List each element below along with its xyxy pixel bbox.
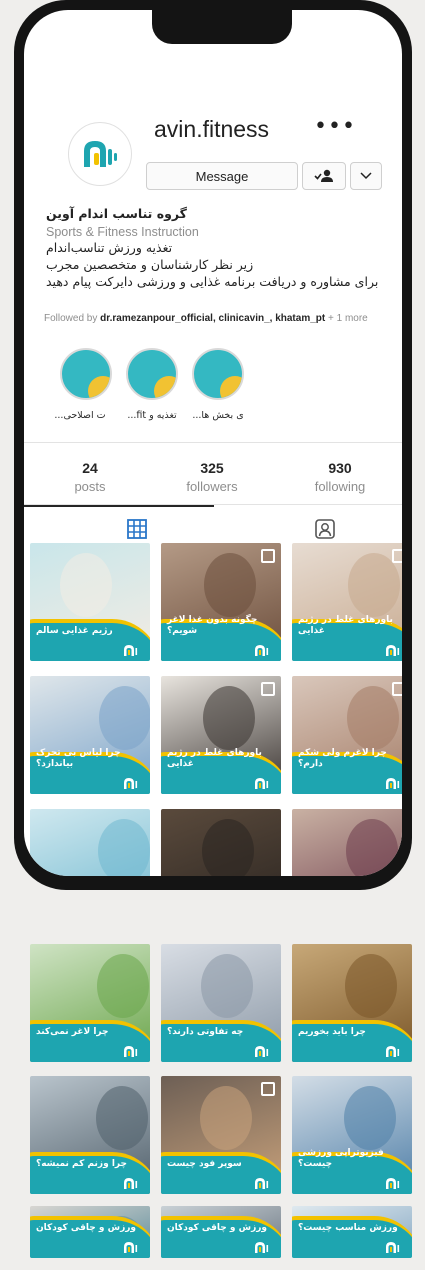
avin-logo-icon [84,141,117,167]
bio-line: زیر نظر کارشناسان و متخصصین مجرب [46,257,254,272]
post-tile[interactable]: چگونه بدون غذا لاغر شویم؟ [161,543,281,661]
post-caption: ورزش مناسب چیست؟ [298,1223,398,1233]
post-caption: چرا لاغر نمی‌کند [36,1027,109,1037]
post-subject [96,1086,148,1150]
post-subject [60,553,112,617]
phone-frame: avin.fitness ••• Message گروه تناسب اندا… [14,0,412,890]
avin-logo-icon [255,778,269,789]
post-caption: فیزیوتراپی ورزشی چیست؟ [298,1148,384,1169]
tagged-icon[interactable] [314,518,336,540]
post-tile[interactable]: چرا باید بخوریم [292,944,412,1062]
post-tile[interactable] [292,809,402,876]
active-tab-indicator [24,505,214,507]
avin-logo-icon [386,1242,400,1253]
post-caption: چرا باید بخوریم [298,1027,366,1037]
followed-by-names[interactable]: dr.ramezanpour_official, clinicavin_, kh… [100,313,325,324]
profile-category: Sports & Fitness Instruction [46,225,199,239]
post-caption: چرا لیاس بی تحرک بیاندازد؟ [36,748,121,769]
post-tile[interactable]: سوپر فود چیست [161,1076,281,1194]
follow-status-button[interactable] [302,162,346,190]
bio-line: تغذیه ورزش تناسب‌اندام [46,240,173,255]
multiple-posts-icon [392,682,402,696]
post-caption: ورزش و چاقی کودکان [167,1223,268,1233]
post-subject [200,1086,252,1150]
followers-count[interactable]: 325 followers [162,460,262,494]
username: avin.fitness [154,116,270,142]
post-tile[interactable] [161,809,281,876]
story-highlight[interactable] [60,348,112,400]
followed-by[interactable]: Followed by dr.ramezanpour_official, cli… [44,313,368,324]
avin-logo-icon [386,1178,400,1189]
avin-logo-icon [124,1046,138,1057]
post-tile[interactable]: چرا لیاس بی تحرک بیاندازد؟ [30,676,150,794]
post-caption: چرا وزنم کم نمیشه؟ [36,1159,127,1169]
divider [24,442,402,443]
post-tile[interactable]: چه تفاوتی دارند؟ [161,944,281,1062]
post-caption: رژیم غذایی سالم [36,626,113,636]
person-check-icon [314,169,333,182]
post-tile[interactable]: چرا وزنم کم نمیشه؟ [30,1076,150,1194]
post-tile[interactable]: چرا لاغرم ولی شکم دارم؟ [292,676,402,794]
profile-name: گروه تناسب اندام آوین [46,206,187,221]
avatar[interactable] [68,122,132,186]
posts-count: 24 posts [74,460,106,494]
story-highlight[interactable] [126,348,178,400]
post-subject [97,954,149,1018]
post-subject [345,954,397,1018]
avin-logo-icon [386,645,400,656]
avin-logo-icon [255,1046,269,1057]
post-caption: سوپر فود چیست [167,1159,242,1169]
avin-logo-icon [386,778,400,789]
multiple-posts-icon [261,682,275,696]
avin-logo-icon [255,645,269,656]
post-caption: چرا لاغرم ولی شکم دارم؟ [298,748,387,769]
avin-logo-icon [124,778,138,789]
avin-logo-icon [255,1242,269,1253]
post-subject [346,819,398,876]
post-subject [98,819,150,876]
post-subject [203,686,255,750]
post-caption: باورهای غلط در رژیم غذایی [298,615,393,636]
avin-logo-icon [124,1242,138,1253]
multiple-posts-icon [261,1082,275,1096]
phone-notch [152,10,292,44]
post-caption: ورزش و چاقی کودکان [36,1223,137,1233]
post-subject [202,819,254,876]
multiple-posts-icon [392,549,402,563]
more-options-button[interactable]: ••• [314,114,356,139]
post-tile[interactable]: ورزش مناسب چیست؟ [292,1206,412,1258]
avin-logo-icon [255,1178,269,1189]
post-subject [201,954,253,1018]
story-highlight[interactable] [192,348,244,400]
multiple-posts-icon [261,549,275,563]
post-subject [99,686,150,750]
post-subject [347,686,399,750]
post-tile[interactable]: چرا لاغر نمی‌کند [30,944,150,1062]
post-subject [204,553,256,617]
grid-icon[interactable] [126,518,148,540]
post-caption: چه تفاوتی دارند؟ [167,1027,244,1037]
followed-by-more[interactable]: + 1 more [325,313,368,324]
profile-screen: avin.fitness ••• Message گروه تناسب اندا… [24,10,402,876]
following-count[interactable]: 930 following [290,460,390,494]
post-caption: باورهای غلط در رژیم غذایی [167,748,262,769]
post-tile[interactable]: ورزش و چاقی کودکان [161,1206,281,1258]
message-button[interactable]: Message [146,162,298,190]
suggested-accounts-button[interactable] [350,162,382,190]
post-tile[interactable]: باورهای غلط در رژیم غذایی [161,676,281,794]
post-caption: چگونه بدون غذا لاغر شویم؟ [167,615,258,636]
post-tile[interactable] [30,809,150,876]
bio-line: برای مشاوره و دریافت برنامه غذایی و ورزش… [46,274,379,289]
story-highlight-label: ...ی بخش ها [192,410,244,421]
avin-logo-icon [124,645,138,656]
post-tile[interactable]: باورهای غلط در رژیم غذایی [292,543,402,661]
post-tile[interactable]: فیزیوتراپی ورزشی چیست؟ [292,1076,412,1194]
chevron-down-icon [360,172,372,180]
avin-logo-icon [386,1046,400,1057]
avin-logo-icon [124,1178,138,1189]
post-tile[interactable]: رژیم غذایی سالم [30,543,150,661]
post-tile[interactable]: ورزش و چاقی کودکان [30,1206,150,1258]
post-subject [344,1086,396,1150]
